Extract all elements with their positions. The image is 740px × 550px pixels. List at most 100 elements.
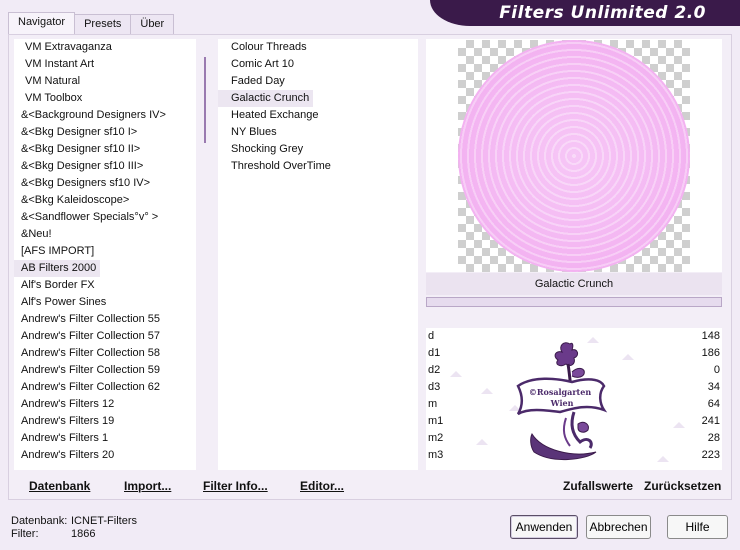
filter-item[interactable]: Heated Exchange xyxy=(218,107,418,124)
apply-button[interactable]: Anwenden xyxy=(510,515,578,539)
param-name: m1 xyxy=(428,415,444,427)
filter-item[interactable]: Galactic Crunch xyxy=(218,90,314,107)
param-row: d2 0 xyxy=(426,362,722,379)
category-item[interactable]: &Neu! xyxy=(14,226,196,243)
filter-item[interactable]: Comic Art 10 xyxy=(218,56,418,73)
category-item[interactable]: [AFS IMPORT] xyxy=(14,243,196,260)
preview-image xyxy=(458,40,690,272)
slider-marker[interactable] xyxy=(673,422,686,428)
param-slider[interactable] xyxy=(456,381,692,394)
category-item[interactable]: Andrew's Filter Collection 55 xyxy=(14,311,196,328)
category-item[interactable]: Alf's Power Sines xyxy=(14,294,196,311)
reset-button[interactable]: Zurücksetzen xyxy=(644,478,721,494)
param-value: 223 xyxy=(701,449,720,461)
slider-marker[interactable] xyxy=(481,388,494,394)
category-item[interactable]: Andrew's Filters 20 xyxy=(14,447,196,464)
tab-presets[interactable]: Presets xyxy=(74,14,132,35)
param-value: 148 xyxy=(701,330,720,342)
param-value: 241 xyxy=(701,415,720,427)
param-value: 186 xyxy=(701,347,720,359)
category-item[interactable]: AB Filters 2000 xyxy=(14,260,101,277)
progress-bar xyxy=(426,297,722,307)
category-list[interactable]: VM Extravaganza VM Instant Art VM Natural V… xyxy=(14,39,196,470)
category-item[interactable]: Alf's Border FX xyxy=(14,277,196,294)
param-row: d1 186 xyxy=(426,345,722,362)
category-item[interactable]: VM Toolbox xyxy=(14,90,196,107)
slider-marker[interactable] xyxy=(656,456,669,462)
param-value: 0 xyxy=(713,364,720,376)
param-row: m3 223 xyxy=(426,447,722,464)
param-row: d 148 xyxy=(426,328,722,345)
category-item[interactable]: &<Bkg Designers sf10 IV> xyxy=(14,175,196,192)
category-item[interactable]: &<Bkg Designer sf10 II> xyxy=(14,141,196,158)
slider-marker[interactable] xyxy=(622,354,635,360)
preview-filter-name: Galactic Crunch xyxy=(426,273,722,295)
category-scrollbar[interactable] xyxy=(199,40,213,470)
category-item[interactable]: Andrew's Filters 1 xyxy=(14,430,196,447)
tab-navigator[interactable]: Navigator xyxy=(8,12,76,35)
filter-item[interactable]: Shocking Grey xyxy=(218,141,418,158)
category-item[interactable]: Andrew's Filter Collection 57 xyxy=(14,328,196,345)
filter-info-button[interactable]: Filter Info... xyxy=(203,478,268,494)
title-banner: Filters Unlimited 2.0 xyxy=(430,0,740,26)
database-value: ICNET-Filters xyxy=(71,515,137,527)
param-name: m2 xyxy=(428,432,444,444)
tab-bar: Navigator Presets Über xyxy=(8,12,175,35)
category-item[interactable]: &<Bkg Kaleidoscope> xyxy=(14,192,196,209)
category-item[interactable]: Andrew's Filters 12 xyxy=(14,396,196,413)
category-item[interactable]: VM Instant Art xyxy=(14,56,196,73)
category-item[interactable]: Andrew's Filter Collection 59 xyxy=(14,362,196,379)
slider-marker[interactable] xyxy=(509,405,522,411)
param-slider[interactable] xyxy=(456,330,692,343)
tab-about[interactable]: Über xyxy=(130,14,175,35)
slider-marker[interactable] xyxy=(586,337,599,343)
category-item[interactable]: &<Bkg Designer sf10 III> xyxy=(14,158,196,175)
filter-count-value: 1866 xyxy=(71,528,96,540)
database-label: Datenbank: xyxy=(11,515,68,527)
param-row: m 64 xyxy=(426,396,722,413)
category-item[interactable]: &<Background Designers IV> xyxy=(14,107,196,124)
cancel-button[interactable]: Abbrechen xyxy=(586,515,651,539)
slider-marker[interactable] xyxy=(450,371,462,377)
param-row: m2 28 xyxy=(426,430,722,447)
editor-button[interactable]: Editor... xyxy=(300,478,344,494)
param-row: m1 241 xyxy=(426,413,722,430)
category-item[interactable]: VM Natural xyxy=(14,73,196,90)
app-title: Filters Unlimited 2.0 xyxy=(499,3,706,23)
slider-marker[interactable] xyxy=(475,439,488,445)
param-slider[interactable] xyxy=(456,398,692,411)
param-value: 34 xyxy=(707,381,720,393)
category-item[interactable]: &<Bkg Designer sf10 I> xyxy=(14,124,196,141)
category-item[interactable]: Andrew's Filter Collection 58 xyxy=(14,345,196,362)
scrollbar-thumb[interactable] xyxy=(204,57,206,143)
param-name: d3 xyxy=(428,381,441,393)
parameter-panel: d 148 d1 186 d2 0 d3 34 m 64 m1 241 m2 28 m3 223 xyxy=(426,328,722,470)
param-value: 28 xyxy=(707,432,720,444)
filter-list[interactable]: Colour Threads Comic Art 10 Faded Day Galac… xyxy=(218,39,418,470)
param-slider[interactable] xyxy=(450,364,692,377)
filter-item[interactable]: Colour Threads xyxy=(218,39,418,56)
filter-item[interactable]: Threshold OverTime xyxy=(218,158,418,175)
category-item[interactable]: Andrew's Filters 19 xyxy=(14,413,196,430)
param-slider[interactable] xyxy=(456,449,692,462)
help-button[interactable]: Hilfe xyxy=(667,515,728,539)
filter-count-label: Filter: xyxy=(11,528,39,540)
filter-item[interactable]: Faded Day xyxy=(218,73,418,90)
database-button[interactable]: Datenbank xyxy=(29,478,90,494)
param-value: 64 xyxy=(707,398,720,410)
import-button[interactable]: Import... xyxy=(124,478,171,494)
param-slider[interactable] xyxy=(456,415,692,428)
param-name: d1 xyxy=(428,347,441,359)
category-item[interactable]: Andrew's Filter Collection 62 xyxy=(14,379,196,396)
param-name: m3 xyxy=(428,449,444,461)
param-slider[interactable] xyxy=(456,347,692,360)
param-row: d3 34 xyxy=(426,379,722,396)
category-item[interactable]: &<Sandflower Specials°v° > xyxy=(14,209,196,226)
param-name: m xyxy=(428,398,438,410)
param-name: d2 xyxy=(428,364,441,376)
category-item[interactable]: VM Extravaganza xyxy=(14,39,196,56)
param-slider[interactable] xyxy=(456,432,692,445)
filter-item[interactable]: NY Blues xyxy=(218,124,418,141)
random-values-button[interactable]: Zufallswerte xyxy=(563,478,633,494)
param-name: d xyxy=(428,330,435,342)
